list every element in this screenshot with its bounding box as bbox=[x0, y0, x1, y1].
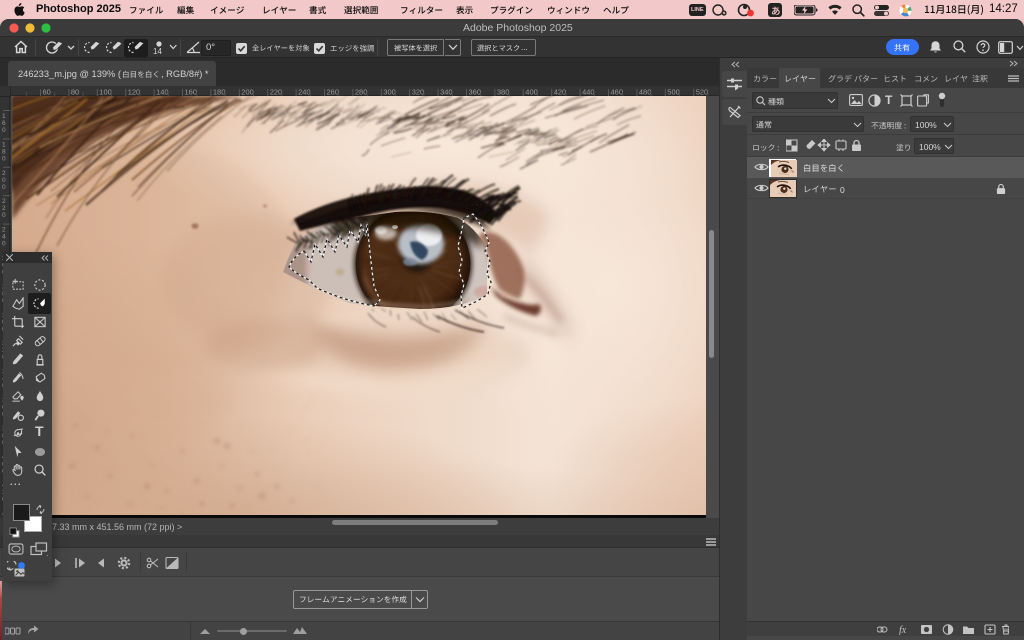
svg-text:180: 180 bbox=[213, 88, 226, 97]
svg-text:500: 500 bbox=[667, 88, 680, 97]
svg-text:160: 160 bbox=[185, 88, 198, 97]
svg-text:520: 520 bbox=[696, 88, 709, 97]
svg-text:0: 0 bbox=[2, 155, 6, 162]
svg-text:120: 120 bbox=[128, 88, 141, 97]
svg-text:400: 400 bbox=[525, 88, 538, 97]
svg-text:360: 360 bbox=[469, 88, 482, 97]
svg-text:240: 240 bbox=[298, 88, 311, 97]
svg-text:420: 420 bbox=[554, 88, 567, 97]
svg-text:0: 0 bbox=[2, 184, 6, 191]
svg-text:340: 340 bbox=[440, 88, 453, 97]
svg-text:1: 1 bbox=[2, 141, 6, 148]
svg-text:260: 260 bbox=[327, 88, 340, 97]
svg-text:100: 100 bbox=[99, 88, 112, 97]
svg-text:1: 1 bbox=[2, 113, 6, 120]
svg-text:2: 2 bbox=[2, 205, 6, 212]
svg-text:460: 460 bbox=[611, 88, 624, 97]
svg-text:0: 0 bbox=[2, 127, 6, 134]
svg-text:2: 2 bbox=[2, 198, 6, 205]
svg-text:300: 300 bbox=[383, 88, 396, 97]
svg-text:fx: fx bbox=[899, 625, 907, 635]
svg-text:2: 2 bbox=[2, 227, 6, 234]
svg-text:220: 220 bbox=[270, 88, 283, 97]
svg-text:480: 480 bbox=[639, 88, 652, 97]
svg-text:8: 8 bbox=[2, 148, 6, 155]
svg-text:4: 4 bbox=[2, 234, 6, 241]
svg-text:0: 0 bbox=[2, 177, 6, 184]
svg-text:0: 0 bbox=[2, 241, 6, 248]
svg-text:0: 0 bbox=[2, 212, 6, 219]
svg-text:140: 140 bbox=[156, 88, 169, 97]
svg-text:60: 60 bbox=[43, 88, 51, 97]
svg-text:200: 200 bbox=[241, 88, 254, 97]
svg-text:2: 2 bbox=[2, 170, 6, 177]
svg-text:380: 380 bbox=[497, 88, 510, 97]
svg-text:280: 280 bbox=[355, 88, 368, 97]
svg-text:320: 320 bbox=[412, 88, 425, 97]
svg-text:6: 6 bbox=[2, 120, 6, 127]
svg-text:440: 440 bbox=[582, 88, 595, 97]
svg-text:80: 80 bbox=[71, 88, 79, 97]
